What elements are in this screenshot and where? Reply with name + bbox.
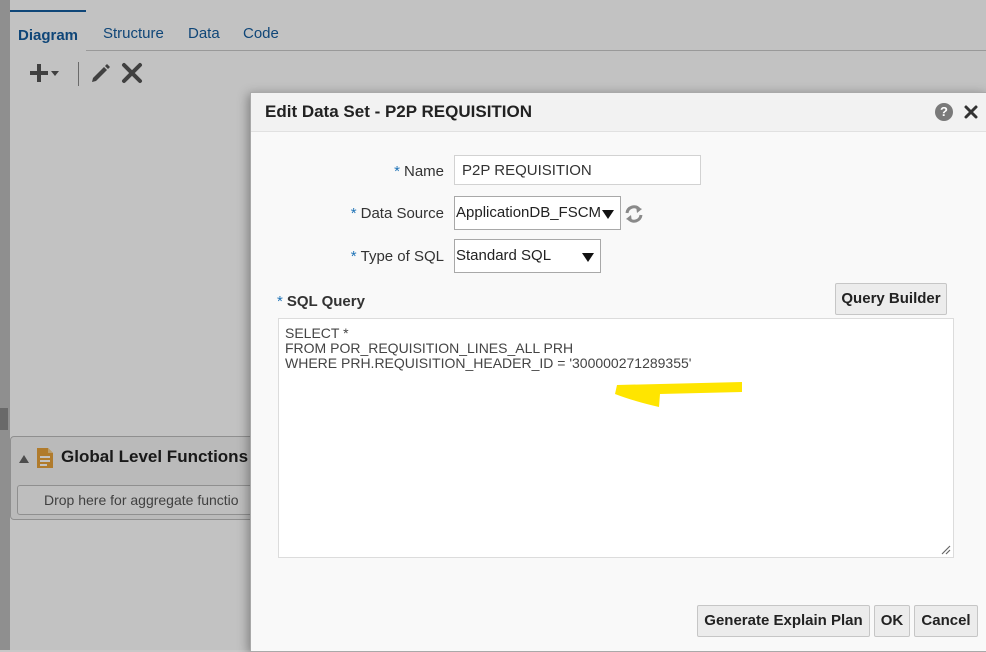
required-mark: *	[394, 163, 400, 180]
generate-explain-plan-button[interactable]: Generate Explain Plan	[697, 605, 870, 637]
help-icon[interactable]: ?	[935, 103, 953, 121]
sql-type-select[interactable]: Standard SQL	[454, 239, 601, 273]
chevron-down-icon	[582, 253, 594, 262]
sql-type-value: Standard SQL	[456, 247, 552, 264]
chevron-down-icon	[602, 210, 614, 219]
required-mark: *	[277, 293, 283, 310]
resize-grip-icon[interactable]	[941, 545, 951, 555]
dialog-header: Edit Data Set - P2P REQUISITION ?	[251, 93, 986, 132]
sql-query-label: * SQL Query	[277, 293, 365, 310]
data-source-select[interactable]: ApplicationDB_FSCM	[454, 196, 621, 230]
sql-query-textarea[interactable]: SELECT * FROM POR_REQUISITION_LINES_ALL …	[278, 318, 954, 558]
highlighter-mark	[615, 382, 742, 407]
edit-data-set-dialog: Edit Data Set - P2P REQUISITION ? * Name …	[250, 92, 986, 652]
close-icon[interactable]	[961, 102, 981, 122]
sql-line: FROM POR_REQUISITION_LINES_ALL PRH	[285, 340, 574, 356]
cancel-button[interactable]: Cancel	[914, 605, 978, 637]
name-label: * Name	[394, 163, 444, 180]
dialog-body: * Name P2P REQUISITION * Data Source Appli…	[251, 132, 986, 651]
ok-button[interactable]: OK	[874, 605, 910, 637]
required-mark: *	[350, 248, 357, 265]
sql-line: SELECT *	[285, 325, 349, 341]
refresh-icon[interactable]	[624, 204, 644, 224]
sql-type-label: * Type of SQL	[350, 248, 444, 265]
sql-line: WHERE PRH.REQUISITION_HEADER_ID = '30000…	[285, 355, 692, 371]
query-builder-button[interactable]: Query Builder	[835, 283, 947, 315]
name-input[interactable]: P2P REQUISITION	[454, 155, 701, 185]
data-source-value: ApplicationDB_FSCM	[456, 204, 602, 221]
data-source-label: * Data Source	[350, 205, 444, 222]
required-mark: *	[350, 205, 357, 222]
dialog-title: Edit Data Set - P2P REQUISITION	[265, 102, 533, 121]
